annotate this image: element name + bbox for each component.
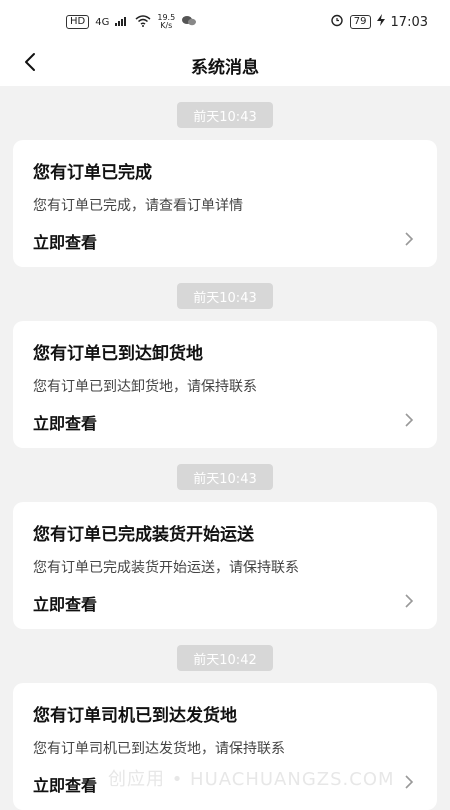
status-bar: HD 4G 19.5 K/s 79 17:03 (0, 0, 450, 44)
message-title: 您有订单已完成 (33, 163, 152, 183)
view-now-label: 立即查看 (33, 233, 98, 252)
chevron-right-icon (401, 231, 417, 251)
message-description: 您有订单已完成装货开始运送，请保持联系 (33, 560, 299, 576)
hd-badge: HD (66, 15, 90, 29)
message-title: 您有订单已到达卸货地 (33, 344, 203, 364)
message-list: 前天10:43 您有订单已完成 您有订单已完成，请查看订单详情 立即查看 前天1… (0, 86, 450, 810)
message-group: 前天10:42 您有订单司机已到达发货地 您有订单司机已到达发货地，请保持联系 … (0, 645, 450, 810)
network-speed-unit: K/s (160, 21, 173, 30)
wifi-icon (135, 14, 151, 30)
message-time: 前天10:43 (177, 464, 273, 490)
page-title: 系统消息 (191, 57, 259, 78)
chevron-right-icon (401, 593, 417, 613)
chevron-left-icon (23, 52, 37, 76)
view-now-button[interactable]: 立即查看 (33, 229, 417, 253)
message-time: 前天10:43 (177, 102, 273, 128)
message-time: 前天10:42 (177, 645, 273, 671)
charging-icon (376, 14, 385, 30)
message-description: 您有订单已完成，请查看订单详情 (33, 198, 243, 214)
view-now-button[interactable]: 立即查看 (33, 410, 417, 434)
view-now-label: 立即查看 (33, 776, 98, 795)
clock-time: 17:03 (390, 14, 428, 30)
message-card[interactable]: 您有订单已完成装货开始运送 您有订单已完成装货开始运送，请保持联系 立即查看 (13, 502, 437, 629)
message-description: 您有订单已到达卸货地，请保持联系 (33, 379, 257, 395)
message-description: 您有订单司机已到达发货地，请保持联系 (33, 741, 285, 757)
back-button[interactable] (18, 52, 42, 76)
message-card[interactable]: 您有订单已完成 您有订单已完成，请查看订单详情 立即查看 (13, 140, 437, 267)
message-title: 您有订单司机已到达发货地 (33, 706, 237, 726)
view-now-button[interactable]: 立即查看 (33, 591, 417, 615)
message-card[interactable]: 您有订单司机已到达发货地 您有订单司机已到达发货地，请保持联系 立即查看 (13, 683, 437, 810)
status-left: HD 4G 19.5 K/s (66, 14, 197, 31)
signal-icon (115, 16, 129, 29)
view-now-label: 立即查看 (33, 414, 98, 433)
message-group: 前天10:43 您有订单已完成装货开始运送 您有订单已完成装货开始运送，请保持联… (0, 464, 450, 629)
network-type: 4G (95, 16, 110, 28)
message-time: 前天10:43 (177, 283, 273, 309)
wechat-icon (181, 14, 197, 31)
chevron-right-icon (401, 774, 417, 794)
message-group: 前天10:43 您有订单已完成 您有订单已完成，请查看订单详情 立即查看 (0, 102, 450, 267)
message-title: 您有订单已完成装货开始运送 (33, 525, 254, 545)
message-card[interactable]: 您有订单已到达卸货地 您有订单已到达卸货地，请保持联系 立即查看 (13, 321, 437, 448)
alarm-icon (330, 13, 344, 31)
battery-level: 79 (349, 15, 371, 29)
view-now-button[interactable]: 立即查看 (33, 772, 417, 796)
nav-bar: 系统消息 (0, 44, 450, 86)
view-now-label: 立即查看 (33, 595, 98, 614)
status-right: 79 17:03 (330, 13, 428, 31)
chevron-right-icon (401, 412, 417, 432)
message-group: 前天10:43 您有订单已到达卸货地 您有订单已到达卸货地，请保持联系 立即查看 (0, 283, 450, 448)
network-speed: 19.5 K/s (157, 14, 175, 30)
